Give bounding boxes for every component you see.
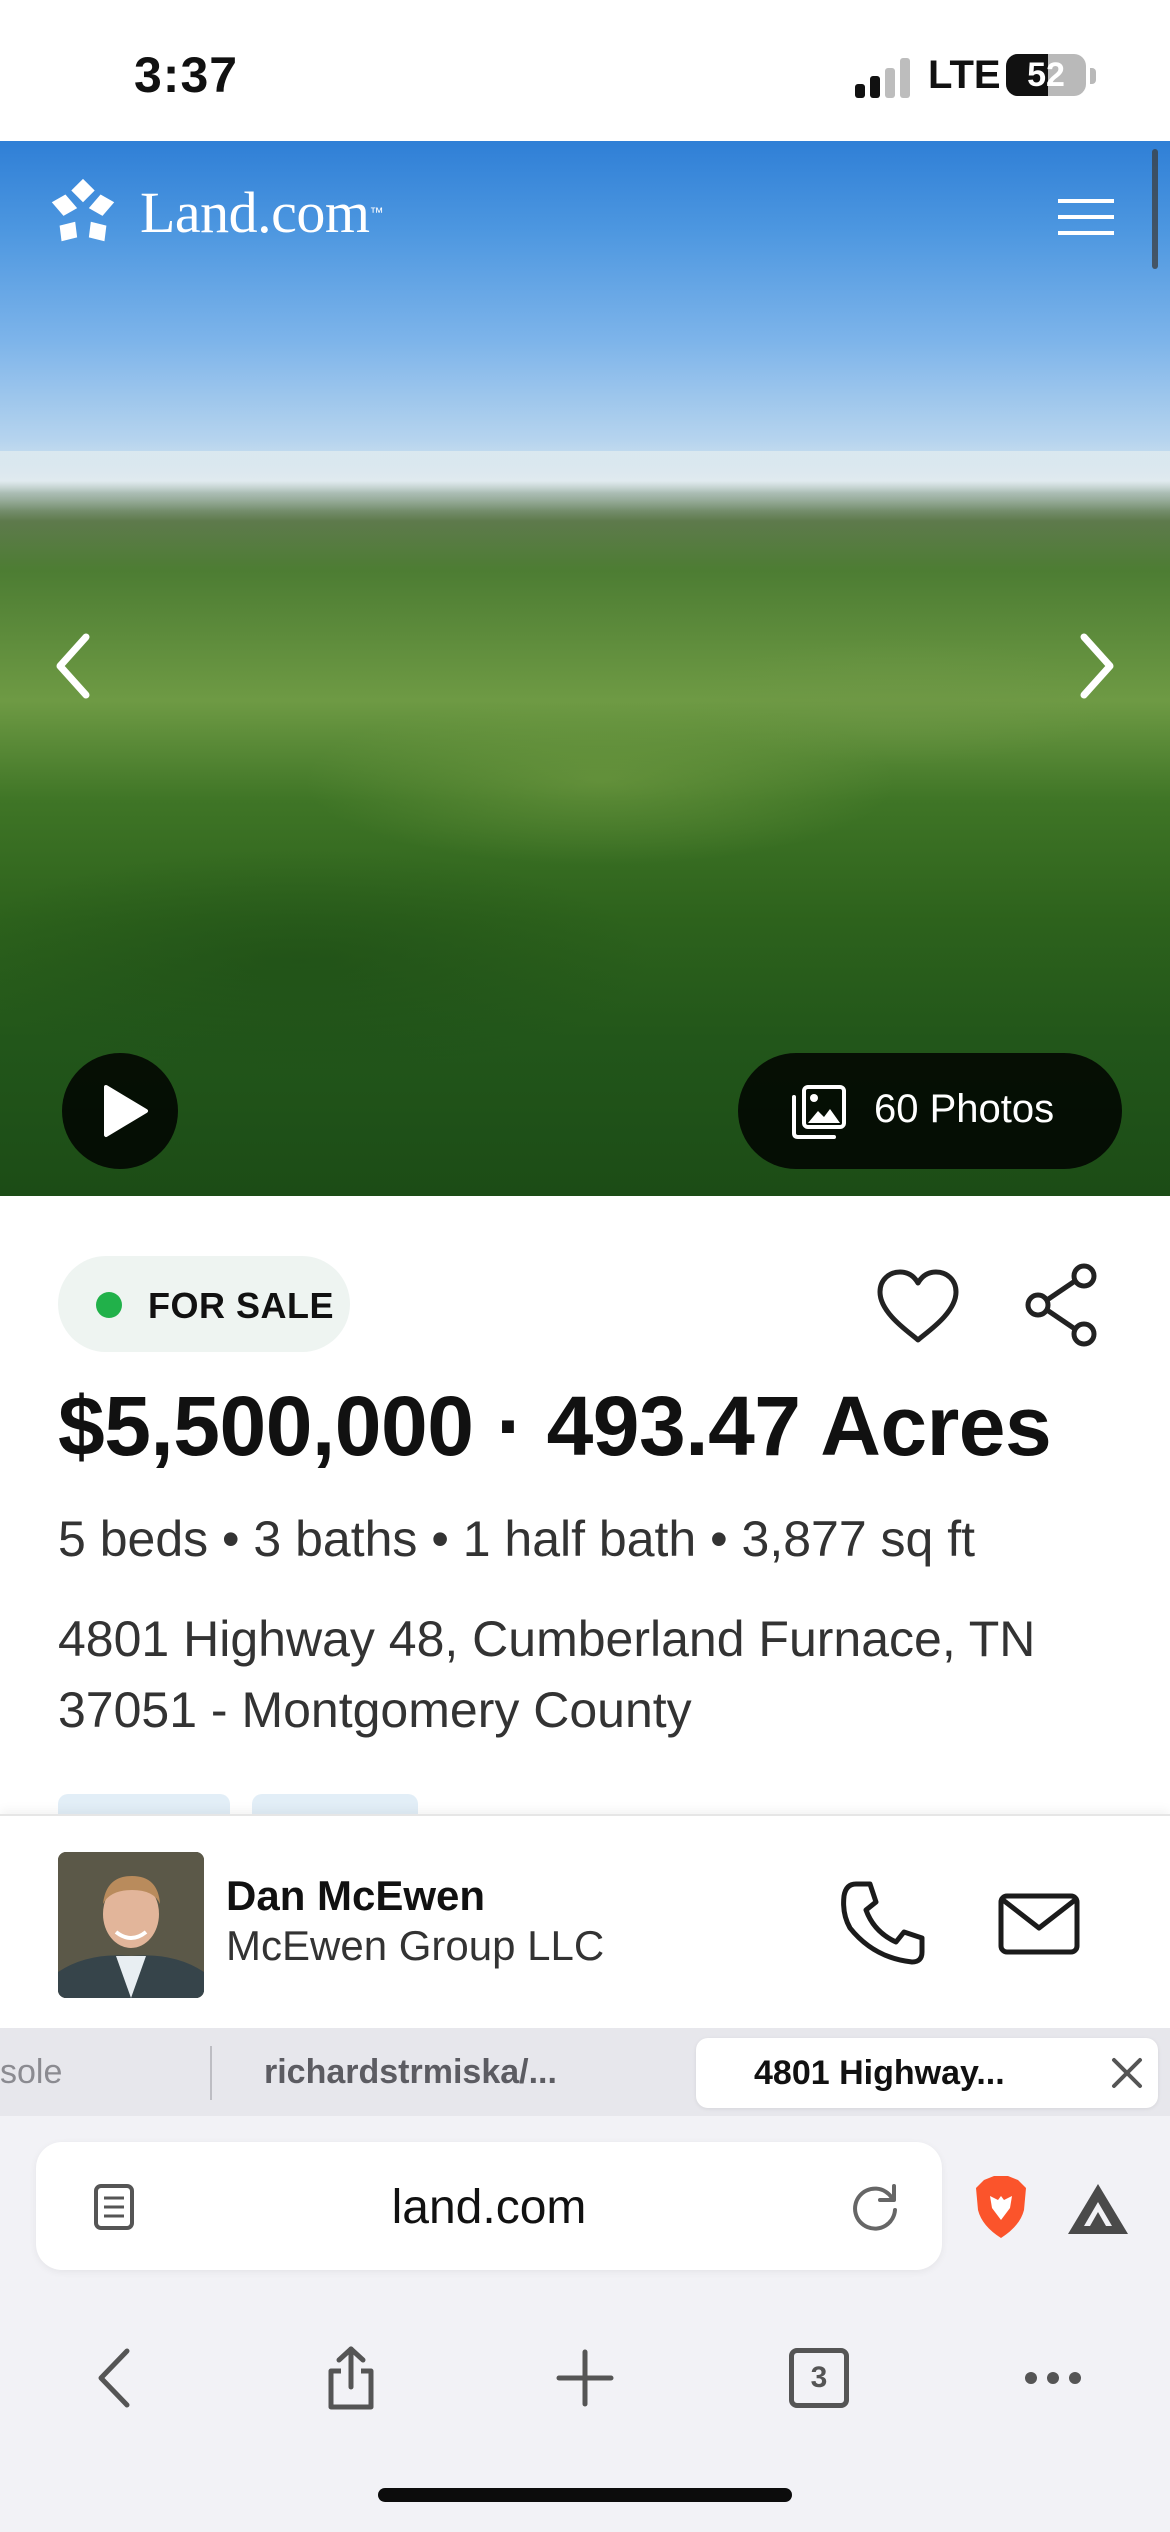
tag-chip: [252, 1794, 418, 1814]
photos-count-label: 60 Photos: [874, 1087, 1055, 1131]
battery-icon: 52: [1006, 54, 1086, 96]
play-icon: [104, 1085, 148, 1137]
share-page-icon: [328, 2346, 374, 2410]
tabs-icon: 3: [789, 2348, 849, 2408]
address-line-2: 37051 - Montgomery County: [58, 1682, 692, 1738]
battery-nub: [1090, 68, 1096, 84]
agent-contact-bar: Dan McEwen McEwen Group LLC: [0, 1814, 1170, 2028]
more-button[interactable]: [998, 2320, 1108, 2436]
browser-nav-row: 3: [0, 2320, 1170, 2436]
status-bar: 3:37 LTE 52: [0, 0, 1170, 141]
home-indicator[interactable]: [378, 2488, 792, 2502]
new-tab-button[interactable]: [530, 2320, 640, 2436]
plus-icon: [556, 2349, 614, 2407]
agent-photo: [58, 1852, 204, 1998]
tab-label: richardstrmiska/...: [264, 2052, 557, 2091]
phone-icon[interactable]: [834, 1874, 934, 1974]
hero-image[interactable]: Land.com ™ 60 Photos: [0, 141, 1170, 1196]
network-label: LTE: [928, 53, 1001, 97]
listing-price: $5,500,000: [58, 1379, 474, 1473]
photo-gallery-icon: [792, 1085, 846, 1139]
page: 3:37 LTE 52 Land.com ™ 60 Photos FOR SAL…: [0, 0, 1170, 2532]
browser-tab-active[interactable]: 4801 Highway...: [696, 2038, 1158, 2108]
price-separator: ·: [496, 1379, 524, 1473]
reload-icon[interactable]: [848, 2180, 902, 2234]
tab-divider: [210, 2046, 212, 2100]
more-icon: [1025, 2372, 1081, 2384]
address-line-1: 4801 Highway 48, Cumberland Furnace, TN: [58, 1611, 1036, 1667]
status-badge: FOR SALE: [58, 1256, 350, 1352]
chevron-left-icon[interactable]: [40, 621, 110, 711]
horizon-haze: [0, 451, 1170, 511]
avatar[interactable]: [58, 1852, 204, 1998]
hamburger-icon[interactable]: [1050, 189, 1122, 245]
browser-tab[interactable]: richardstrmiska/...: [264, 2028, 664, 2116]
listing-address: 4801 Highway 48, Cumberland Furnace, TN …: [58, 1604, 1118, 1746]
mail-icon[interactable]: [996, 1880, 1082, 1966]
play-video-button[interactable]: [62, 1053, 178, 1169]
logo-text: Land.com: [140, 179, 370, 245]
logo-trademark: ™: [369, 204, 384, 220]
battery-level: 52: [1027, 56, 1065, 94]
share-page-button[interactable]: [296, 2320, 406, 2436]
status-dot: [96, 1292, 122, 1318]
scrollbar[interactable]: [1152, 149, 1158, 269]
agent-company: McEwen Group LLC: [226, 1922, 605, 1969]
chevron-right-icon[interactable]: [1060, 621, 1130, 711]
tabs-button[interactable]: 3: [764, 2320, 874, 2436]
share-icon[interactable]: [1022, 1260, 1102, 1350]
browser-toolbar: land.com 3: [0, 2116, 1170, 2532]
price-acreage: $5,500,000 · 493.47 Acres: [58, 1378, 1052, 1475]
tag-chip: [58, 1794, 230, 1814]
close-icon[interactable]: [1106, 2052, 1148, 2094]
listing-acreage: 493.47 Acres: [546, 1379, 1052, 1473]
tab-label: sole: [0, 2052, 63, 2091]
land-logo-icon: [51, 178, 115, 242]
address-bar[interactable]: land.com: [36, 2142, 942, 2270]
status-badge-label: FOR SALE: [148, 1285, 335, 1326]
brave-lion-icon[interactable]: [972, 2174, 1030, 2240]
status-time: 3:37: [134, 47, 239, 103]
back-icon: [98, 2348, 130, 2408]
browser-tab[interactable]: sole: [0, 2028, 210, 2116]
signal-icon: [855, 58, 911, 98]
site-logo[interactable]: Land.com ™: [44, 169, 384, 255]
rewards-triangle-icon[interactable]: [1066, 2180, 1130, 2236]
url-text[interactable]: land.com: [36, 2180, 942, 2235]
back-button[interactable]: [62, 2320, 172, 2436]
heart-icon[interactable]: [872, 1264, 964, 1348]
view-photos-button[interactable]: 60 Photos: [738, 1053, 1122, 1169]
listing-specs: 5 beds • 3 baths • 1 half bath • 3,877 s…: [58, 1511, 976, 1567]
agent-name[interactable]: Dan McEwen: [226, 1872, 485, 1920]
tab-label: 4801 Highway...: [754, 2054, 1005, 2092]
browser-tab-strip: sole richardstrmiska/... 4801 Highway...: [0, 2028, 1170, 2116]
